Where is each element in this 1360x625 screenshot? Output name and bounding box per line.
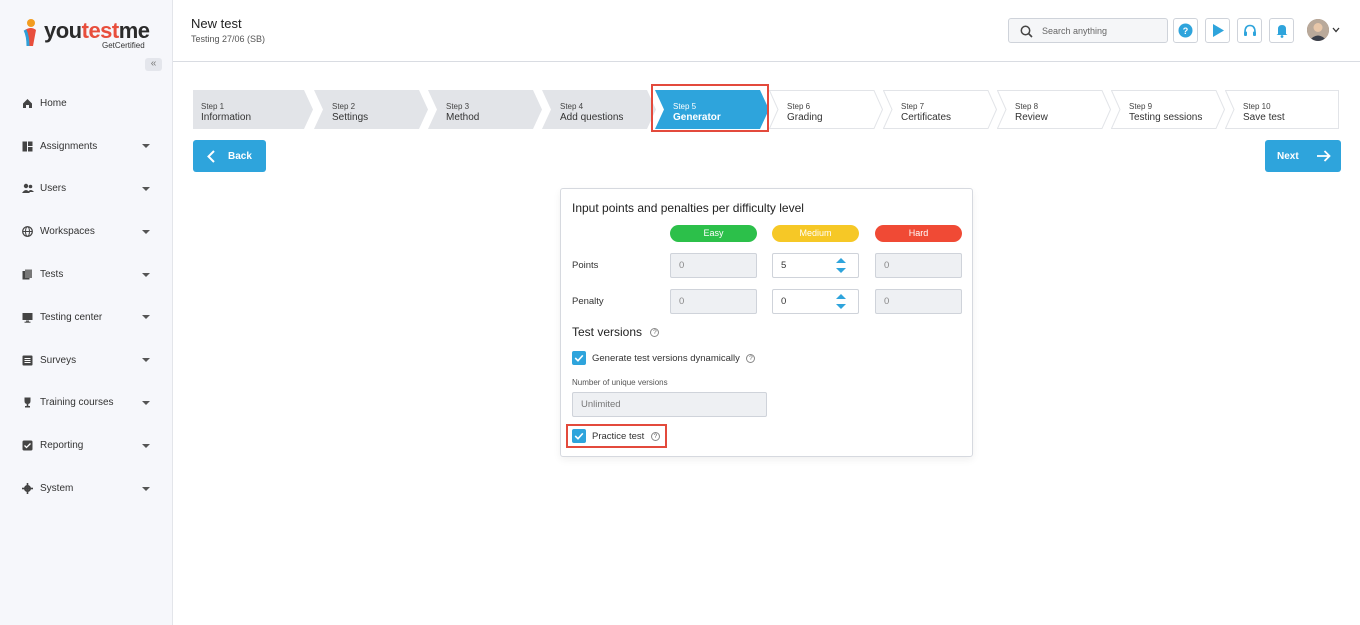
medium-level-badge: Medium	[772, 225, 859, 242]
sidebar-nav: Home Assignments Users Workspaces Tests …	[0, 82, 172, 510]
home-icon	[21, 97, 34, 110]
help-circle-icon[interactable]: ?	[650, 328, 660, 338]
monitor-icon	[21, 311, 34, 324]
step-settings[interactable]: Step 2 Settings	[314, 90, 428, 129]
top-header: New test Testing 27/06 (SB) Search anyth…	[173, 0, 1360, 62]
arrow-right-icon	[1316, 150, 1331, 162]
logo-mark-icon	[23, 19, 36, 47]
step-information[interactable]: Step 1 Information	[193, 90, 313, 129]
step-save-test[interactable]: Step 10 Save test	[1225, 90, 1339, 129]
help-icon: ?	[1178, 23, 1193, 38]
easy-penalty-field: 0	[670, 289, 757, 314]
help-button[interactable]: ?	[1173, 18, 1198, 43]
tests-icon	[21, 268, 34, 281]
points-label: Points	[572, 260, 599, 271]
chevron-down-icon	[142, 229, 150, 234]
page-subtitle: Testing 27/06 (SB)	[191, 34, 266, 44]
step-certificates[interactable]: Step 7 Certificates	[883, 90, 997, 129]
chevron-down-icon	[142, 272, 150, 277]
chevron-down-icon	[142, 486, 150, 491]
notifications-button[interactable]	[1269, 18, 1294, 43]
easy-points-field: 0	[670, 253, 757, 278]
stepper-arrows-icon[interactable]	[836, 257, 846, 274]
logo-tagline: GetCertified	[102, 41, 145, 50]
chevron-down-icon	[142, 315, 150, 320]
sidebar-item-tests[interactable]: Tests	[0, 253, 172, 296]
hard-penalty-field: 0	[875, 289, 962, 314]
page-title: New test	[191, 16, 242, 31]
logo[interactable]: youtestme GetCertified	[22, 16, 157, 52]
sidebar-item-training-courses[interactable]: Training courses	[0, 382, 172, 425]
sidebar-item-testing-center[interactable]: Testing center	[0, 296, 172, 339]
generate-dynamically-label: Generate test versions dynamically ?	[592, 353, 756, 364]
checkmark-icon	[574, 354, 584, 362]
assignments-icon	[21, 140, 34, 153]
back-button[interactable]: Back	[193, 140, 266, 172]
avatar[interactable]	[1307, 19, 1329, 41]
play-icon	[1212, 24, 1224, 37]
step-add-questions[interactable]: Step 4 Add questions	[542, 90, 656, 129]
stepper-arrows-icon[interactable]	[836, 293, 846, 310]
medium-points-field[interactable]: 5	[772, 253, 859, 278]
card-title: Input points and penalties per difficult…	[572, 201, 804, 215]
help-circle-icon[interactable]: ?	[746, 353, 756, 363]
generate-dynamically-checkbox[interactable]	[572, 351, 586, 365]
unique-versions-field: Unlimited	[572, 392, 767, 417]
globe-icon	[21, 225, 34, 238]
sidebar-item-users[interactable]: Users	[0, 168, 172, 211]
sidebar-item-workspaces[interactable]: Workspaces	[0, 210, 172, 253]
arrow-left-icon	[207, 149, 215, 163]
sidebar-item-surveys[interactable]: Surveys	[0, 339, 172, 382]
step-review[interactable]: Step 8 Review	[997, 90, 1111, 129]
chevron-down-icon[interactable]	[1332, 27, 1340, 33]
sidebar: youtestme GetCertified « Home Assignment…	[0, 0, 173, 625]
users-icon	[21, 182, 34, 195]
search-icon	[1020, 25, 1033, 38]
test-versions-title: Test versions ?	[572, 325, 660, 339]
penalty-label: Penalty	[572, 296, 604, 307]
chevron-down-icon	[142, 400, 150, 405]
headset-icon	[1243, 24, 1256, 36]
search-placeholder: Search anything	[1042, 26, 1108, 36]
generator-card: Input points and penalties per difficult…	[560, 188, 973, 457]
collapse-sidebar-button[interactable]: «	[145, 58, 162, 71]
sidebar-item-home[interactable]: Home	[0, 82, 172, 125]
practice-test-highlight-box	[566, 424, 667, 448]
support-button[interactable]	[1237, 18, 1262, 43]
hard-points-field: 0	[875, 253, 962, 278]
unique-versions-label: Number of unique versions	[572, 378, 668, 387]
step-grading[interactable]: Step 6 Grading	[769, 90, 883, 129]
chevron-down-icon	[142, 186, 150, 191]
easy-level-badge: Easy	[670, 225, 757, 242]
video-tutorial-button[interactable]	[1205, 18, 1230, 43]
chevron-down-icon	[142, 144, 150, 149]
chevron-down-icon	[142, 358, 150, 363]
chevron-down-icon	[142, 443, 150, 448]
sidebar-item-reporting[interactable]: Reporting	[0, 424, 172, 467]
sidebar-item-assignments[interactable]: Assignments	[0, 125, 172, 168]
gear-icon	[21, 482, 34, 495]
medium-penalty-field[interactable]: 0	[772, 289, 859, 314]
sidebar-item-system[interactable]: System	[0, 467, 172, 510]
step-highlight-box	[651, 84, 769, 132]
step-method[interactable]: Step 3 Method	[428, 90, 542, 129]
search-input[interactable]: Search anything	[1008, 18, 1168, 43]
svg-text:?: ?	[1183, 26, 1189, 36]
surveys-icon	[21, 354, 34, 367]
bell-icon	[1276, 25, 1287, 38]
trophy-icon	[21, 396, 34, 409]
hard-level-badge: Hard	[875, 225, 962, 242]
next-button[interactable]: Next	[1265, 140, 1341, 172]
step-testing-sessions[interactable]: Step 9 Testing sessions	[1111, 90, 1225, 129]
reporting-icon	[21, 439, 34, 452]
